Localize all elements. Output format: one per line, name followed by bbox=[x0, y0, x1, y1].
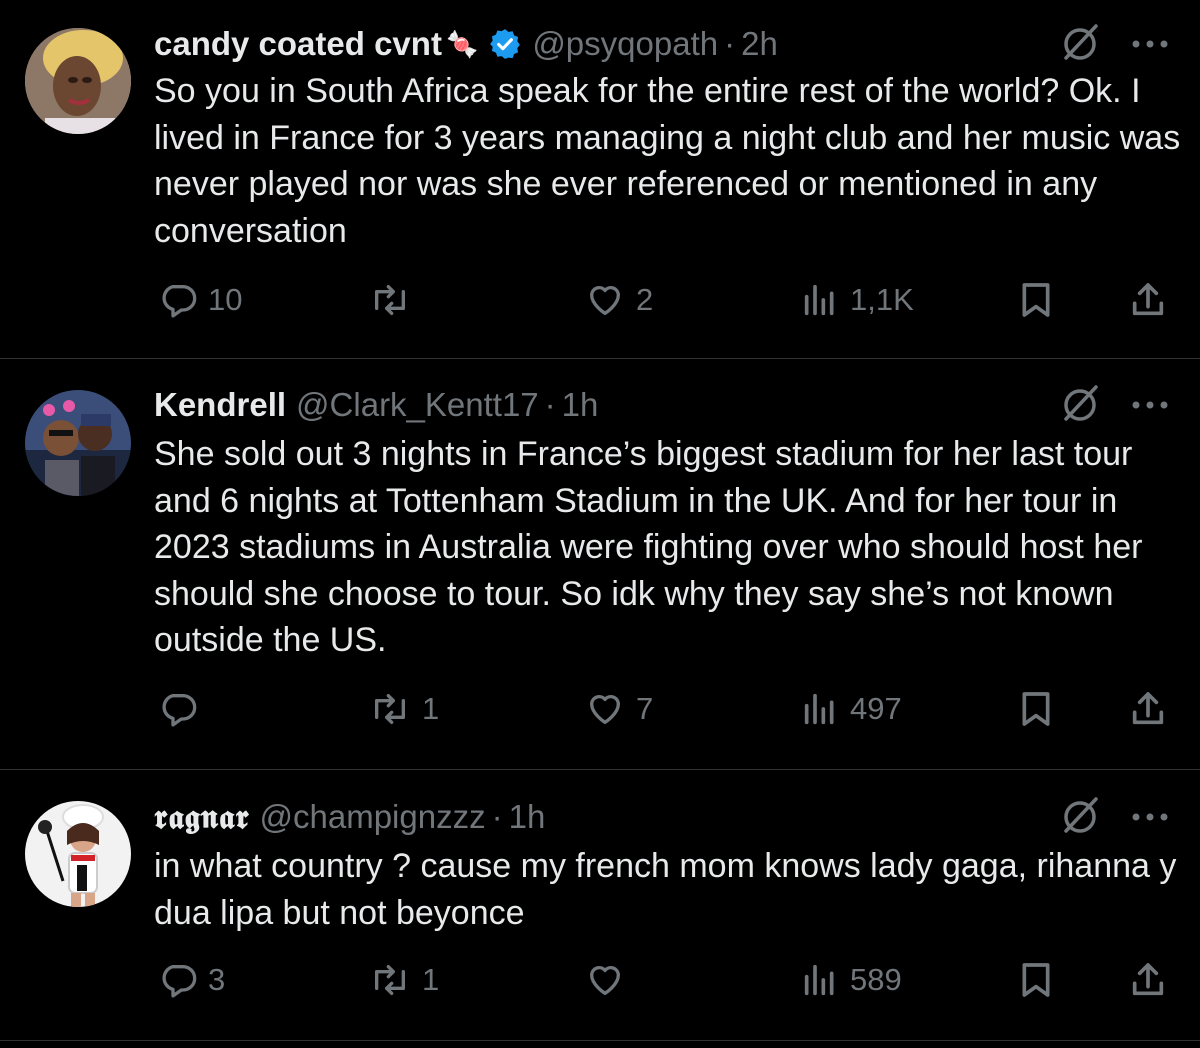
tweet-3[interactable]: 𝖗𝖆𝖌𝖓𝖆𝖗 @champignzzz · 1h in what country… bbox=[0, 770, 1200, 1040]
repost-button[interactable]: 1 bbox=[368, 689, 439, 729]
candy-emoji: 🍬 bbox=[445, 28, 479, 59]
timestamp[interactable]: 2h bbox=[741, 25, 778, 63]
share-button[interactable] bbox=[1128, 689, 1168, 729]
tweet-2[interactable]: Kendrell @Clark_Kentt17 · 1h She sold ou… bbox=[0, 359, 1200, 769]
tweet-header: 𝖗𝖆𝖌𝖓𝖆𝖗 @champignzzz · 1h bbox=[154, 792, 545, 842]
views-count: 1,1K bbox=[850, 282, 914, 317]
reply-icon bbox=[162, 965, 197, 998]
reply-button[interactable] bbox=[158, 689, 208, 729]
user-handle[interactable]: @champignzzz bbox=[260, 798, 486, 836]
views-icon bbox=[804, 693, 834, 725]
avatar[interactable] bbox=[25, 28, 131, 134]
tweet-header: Kendrell @Clark_Kentt17 · 1h bbox=[154, 380, 598, 430]
display-name[interactable]: Kendrell bbox=[154, 386, 286, 424]
share-button[interactable] bbox=[1128, 280, 1168, 320]
avatar[interactable] bbox=[25, 390, 131, 496]
tweet-actions: 3 1 589 bbox=[0, 950, 1200, 1010]
share-icon bbox=[1132, 283, 1164, 316]
reply-count: 3 bbox=[208, 962, 226, 997]
repost-icon bbox=[374, 694, 405, 724]
grok-icon[interactable] bbox=[1058, 22, 1102, 66]
like-count: 7 bbox=[636, 691, 654, 726]
share-icon bbox=[1132, 963, 1164, 996]
user-handle[interactable]: @Clark_Kentt17 bbox=[296, 386, 539, 424]
like-button[interactable]: 7 bbox=[584, 689, 653, 729]
tweet-text: So you in South Africa speak for the ent… bbox=[154, 72, 1190, 250]
display-name[interactable]: candy coated cvnt bbox=[154, 25, 442, 63]
bookmark-icon bbox=[1022, 692, 1050, 726]
more-icon[interactable] bbox=[1128, 807, 1172, 827]
tweet-actions: 10 2 1,1K bbox=[0, 270, 1200, 330]
like-button[interactable]: 2 bbox=[584, 280, 653, 320]
views-button[interactable]: 497 bbox=[800, 689, 902, 729]
views-button[interactable]: 1,1K bbox=[800, 280, 914, 320]
like-icon bbox=[590, 286, 620, 315]
separator: · bbox=[491, 798, 503, 835]
avatar[interactable] bbox=[25, 801, 131, 907]
views-icon bbox=[804, 284, 834, 316]
repost-icon bbox=[374, 965, 405, 995]
reply-button[interactable]: 3 bbox=[158, 960, 225, 1000]
tweet-1[interactable]: candy coated cvnt 🍬 @psyqopath · 2h So y… bbox=[0, 0, 1200, 358]
display-name[interactable]: 𝖗𝖆𝖌𝖓𝖆𝖗 bbox=[154, 797, 250, 837]
like-button[interactable] bbox=[584, 960, 636, 1000]
reply-button[interactable]: 10 bbox=[158, 280, 242, 320]
tweet-actions: 1 7 497 bbox=[0, 679, 1200, 739]
repost-button[interactable] bbox=[368, 280, 422, 320]
repost-count: 1 bbox=[422, 691, 440, 726]
bookmark-button[interactable] bbox=[1016, 280, 1056, 320]
reply-icon bbox=[162, 285, 197, 318]
views-count: 589 bbox=[850, 962, 902, 997]
like-count: 2 bbox=[636, 282, 654, 317]
timestamp[interactable]: 1h bbox=[509, 798, 546, 836]
verified-badge-icon bbox=[488, 27, 522, 61]
more-icon[interactable] bbox=[1128, 34, 1172, 54]
like-icon bbox=[590, 695, 620, 724]
reply-icon bbox=[162, 694, 197, 727]
grok-icon[interactable] bbox=[1058, 795, 1102, 839]
share-icon bbox=[1132, 692, 1164, 725]
repost-count: 1 bbox=[422, 962, 440, 997]
repost-button[interactable]: 1 bbox=[368, 960, 439, 1000]
reply-count: 10 bbox=[208, 282, 243, 317]
timestamp[interactable]: 1h bbox=[562, 386, 599, 424]
tweet-header: candy coated cvnt 🍬 @psyqopath · 2h bbox=[154, 19, 778, 69]
separator: · bbox=[544, 386, 556, 423]
separator: · bbox=[724, 25, 736, 62]
bookmark-button[interactable] bbox=[1016, 689, 1056, 729]
views-button[interactable]: 589 bbox=[800, 960, 902, 1000]
views-icon bbox=[804, 964, 834, 996]
grok-icon[interactable] bbox=[1058, 383, 1102, 427]
share-button[interactable] bbox=[1128, 960, 1168, 1000]
divider bbox=[0, 1040, 1200, 1041]
repost-icon bbox=[374, 285, 405, 315]
bookmark-icon bbox=[1022, 283, 1050, 317]
more-icon[interactable] bbox=[1128, 395, 1172, 415]
bookmark-icon bbox=[1022, 963, 1050, 997]
tweet-text: She sold out 3 nights in France’s bigges… bbox=[154, 435, 1152, 659]
tweet-text: in what country ? cause my french mom kn… bbox=[154, 847, 1186, 932]
views-count: 497 bbox=[850, 691, 902, 726]
like-icon bbox=[590, 966, 620, 995]
bookmark-button[interactable] bbox=[1016, 960, 1056, 1000]
user-handle[interactable]: @psyqopath bbox=[532, 25, 718, 63]
